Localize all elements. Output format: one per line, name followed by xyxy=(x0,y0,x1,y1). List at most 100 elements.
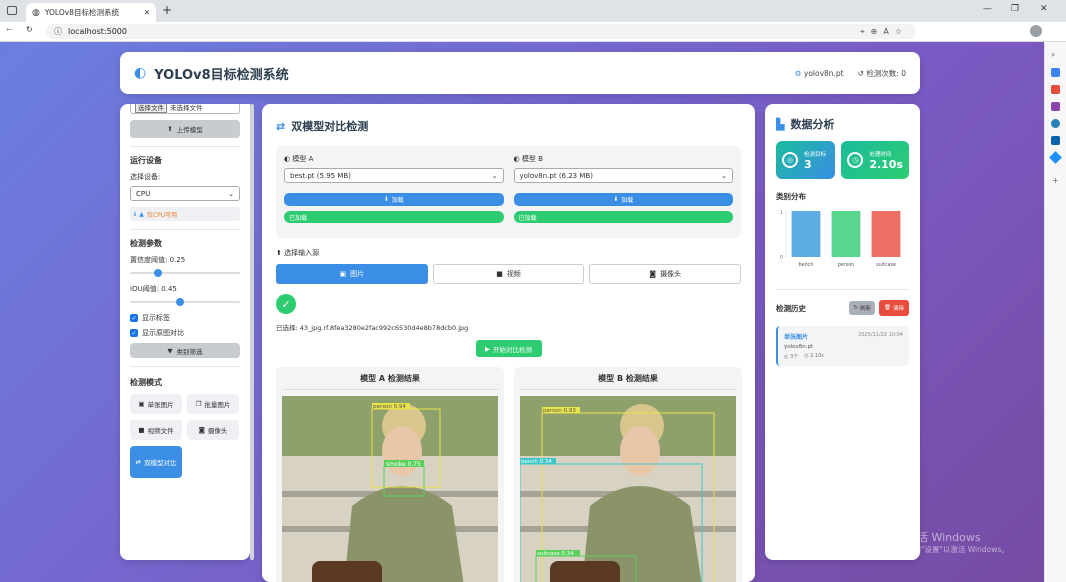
history-heading: 检测历史 xyxy=(776,303,806,313)
detection-count: ↺ 检测次数: 0 xyxy=(857,68,906,78)
briefcase-icon[interactable] xyxy=(1051,85,1060,94)
checkmark-icon: ✓ xyxy=(130,329,138,337)
source-camera-button[interactable]: ◙ 摄像头 xyxy=(589,264,742,284)
restore-icon[interactable]: ❐ xyxy=(1011,4,1019,14)
device-select[interactable]: CPU ⌄ xyxy=(130,186,240,201)
target-icon: ◎ xyxy=(782,152,798,168)
x-tick-label: person xyxy=(838,262,854,268)
upload-model-button[interactable]: ⬆ 上传模型 xyxy=(130,120,240,138)
device-label: 选择设备: xyxy=(130,173,161,181)
stat-time: ◷ 处理时间 2.10s xyxy=(841,141,909,179)
clear-button[interactable]: 🗑 清除 xyxy=(879,300,909,316)
start-compare-button[interactable]: ▶ 开始对比检测 xyxy=(475,340,542,357)
history-duration: ◷ 2.10s xyxy=(804,353,824,359)
mode-batch-images-button[interactable]: ❐ 批量图片 xyxy=(187,394,239,414)
refresh-icon[interactable]: ↻ xyxy=(26,25,33,34)
source-heading: ⬆ 选择输入源 xyxy=(276,249,320,257)
tab-title: YOLOv8目标检测系统 xyxy=(44,8,119,17)
url-text: localhost:5000 xyxy=(68,27,127,36)
success-check-icon: ✓ xyxy=(276,294,296,314)
model-b-select[interactable]: yolov8n.pt (6.23 MB) ⌄ xyxy=(513,168,733,183)
profile-icon[interactable] xyxy=(1030,25,1042,37)
sidebar-scrollbar[interactable] xyxy=(250,104,254,560)
conf-slider-handle[interactable] xyxy=(153,269,162,277)
outlook-icon[interactable] xyxy=(1051,136,1060,145)
history-icon: ↺ xyxy=(857,68,864,78)
camera-icon: ◙ xyxy=(649,270,657,278)
browser-tab[interactable]: ◍ YOLOv8目标检测系统 ✕ xyxy=(26,3,156,22)
mode-video-button[interactable]: ■ 视频文件 xyxy=(130,420,182,440)
bbox-label: person 0.94 xyxy=(373,404,406,410)
add-icon[interactable]: + xyxy=(1052,176,1059,185)
toolbar-icons[interactable]: ⌖⊕A☆ xyxy=(860,27,908,37)
image-icon: ▣ xyxy=(138,400,145,408)
watermark-line2: 转到"设置"以激活 Windows。 xyxy=(906,545,1009,554)
show-compare-checkbox[interactable]: ✓ 显示原图对比 xyxy=(130,328,240,338)
load-model-a-button[interactable]: ⬇ 加载 xyxy=(284,193,504,206)
play-icon: ▶ xyxy=(485,344,490,353)
sidebar: 选择文件 未选择文件 ⬆ 上传模型 运行设备 选择设备: CPU ⌄ ℹ ▲ 仅CPU可… xyxy=(120,104,250,560)
iou-slider[interactable] xyxy=(130,297,240,307)
stat-targets-value: 3 xyxy=(804,157,812,171)
selected-file: 已选择: 43_jpg.rf.8fea3280e2fac992c6530d4e8… xyxy=(276,324,469,332)
send-icon[interactable] xyxy=(1049,151,1062,164)
stat-time-label: 处理时间 xyxy=(869,151,892,158)
upload-icon: ⬆ xyxy=(167,125,173,133)
new-tab-icon[interactable]: + xyxy=(162,3,172,17)
warning-icon: ▲ xyxy=(139,210,144,218)
mode-single-image-button[interactable]: ▣ 单张图片 xyxy=(130,394,182,414)
trash-icon: 🗑 xyxy=(884,305,891,311)
analysis-panel: ▙ 数据分析 ◎ 检测目标 3 ◷ 处理时间 2.10s 类别分布 1 0 bench pe… xyxy=(765,104,920,560)
minimize-icon[interactable]: — xyxy=(983,4,992,14)
stat-time-value: 2.10s xyxy=(869,157,903,171)
target-icon: ◎ xyxy=(784,354,789,360)
sidebar-toggle-icon[interactable] xyxy=(7,6,17,15)
mode-heading: 检测模式 xyxy=(130,378,162,387)
people-icon[interactable] xyxy=(1051,102,1060,111)
conf-slider[interactable] xyxy=(130,268,240,278)
file-picker[interactable]: 选择文件 未选择文件 xyxy=(130,104,240,114)
refresh-button[interactable]: ↻ 刷新 xyxy=(849,301,875,315)
device-heading: 运行设备 xyxy=(130,156,162,165)
source-video-button[interactable]: ■ 视频 xyxy=(432,264,585,284)
iou-slider-handle[interactable] xyxy=(175,298,184,306)
chevron-down-icon: ⌄ xyxy=(491,171,498,180)
mode-dual-model-button[interactable]: ⇄ 双模型对比 xyxy=(130,446,182,478)
history-item[interactable]: 单张图片 2025/11/22 10:04 yolov8n.pt ◎ 3个 ◷ … xyxy=(776,326,909,366)
back-icon[interactable]: ← xyxy=(6,25,13,34)
history-model: yolov8n.pt xyxy=(784,344,814,350)
model-b-status: 已加载 xyxy=(513,211,733,223)
history-count: ◎ 3个 xyxy=(784,354,799,360)
result-b-title: 模型 B 检测结果 xyxy=(520,373,736,390)
tag-icon[interactable] xyxy=(1051,68,1060,77)
bar-person xyxy=(831,211,861,257)
iou-label: IOU阈值: 0.45 xyxy=(130,285,177,293)
info-icon: ℹ xyxy=(134,210,137,218)
mode-camera-button[interactable]: ◙ 摄像头 xyxy=(187,420,239,440)
history-type: 单张图片 xyxy=(784,334,809,341)
filter-button[interactable]: ▼ 类别筛选 xyxy=(130,343,240,358)
refresh-icon: ↻ xyxy=(853,305,858,311)
params-heading: 检测参数 xyxy=(130,239,162,248)
load-model-b-button[interactable]: ⬇ 加载 xyxy=(513,193,733,206)
result-a-image: person 0.94 smoke 0.75 xyxy=(282,396,498,582)
file-status: 未选择文件 xyxy=(170,104,203,112)
copilot-icon[interactable] xyxy=(1051,119,1060,128)
source-image-button[interactable]: ▣ 图片 xyxy=(276,264,428,284)
close-icon[interactable]: ✕ xyxy=(144,8,150,17)
model-a-label: ◐ 模型 A xyxy=(284,155,314,163)
model-b-label: ◐ 模型 B xyxy=(513,155,543,163)
model-a-select[interactable]: best.pt (5.95 MB) ⌄ xyxy=(284,168,504,183)
bbox-label: suitcase 0.34 xyxy=(537,551,574,557)
address-bar-row: ← ↻ ⓘ localhost:5000 ⌖⊕A☆ xyxy=(0,22,1066,42)
show-labels-checkbox[interactable]: ✓ 显示标签 xyxy=(130,313,240,323)
window-close-icon[interactable]: ✕ xyxy=(1040,4,1048,14)
info-icon: ⓘ xyxy=(54,27,62,36)
choose-file-button[interactable]: 选择文件 xyxy=(135,104,167,113)
url-field[interactable]: ⓘ localhost:5000 ⌖⊕A☆ xyxy=(46,24,916,39)
search-icon[interactable]: ⌕ xyxy=(1051,50,1060,60)
bar-suitcase xyxy=(871,211,901,257)
camera-icon: ◙ xyxy=(198,426,205,434)
bbox-label: bench 0.34 xyxy=(521,459,552,465)
result-b-image: person 0.93 bench 0.34 suitcase 0.34 xyxy=(520,396,736,582)
